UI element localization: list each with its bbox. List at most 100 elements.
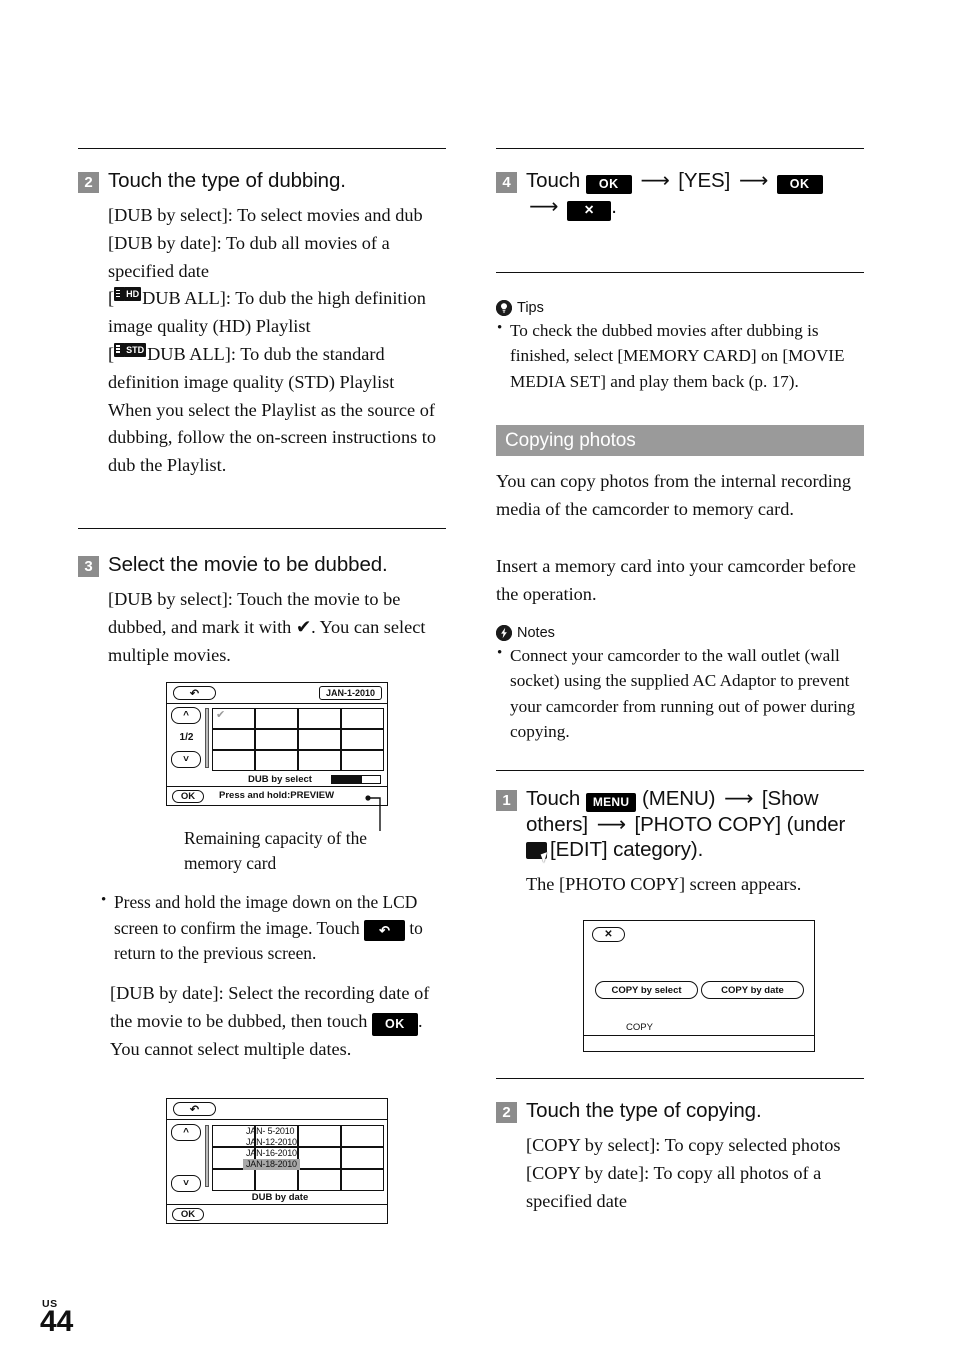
thumbnail-cell[interactable] (341, 708, 384, 729)
dub-all-std-text: DUB ALL]: To dub the standard definition… (108, 343, 395, 392)
date-list-item[interactable]: JAN- 5-2010 (246, 1126, 300, 1137)
tips-title: Tips (517, 300, 544, 316)
date-cell[interactable] (341, 1125, 384, 1147)
preview-hint-label: Press and hold:PREVIEW (219, 790, 335, 801)
memory-capacity-fill (332, 776, 362, 783)
memory-capacity-bar (331, 775, 381, 784)
lightning-icon (496, 625, 512, 641)
page-indicator: 1/2 (179, 732, 194, 743)
touch-label: Touch (526, 787, 581, 810)
lcd-screen-dub-by-date: ↶ ^ ˅ JAN- 5-2010 JAN-12-2010 JAN-16-201… (166, 1098, 388, 1224)
ok-key-icon-2: OK (776, 175, 823, 195)
preview-bullet: Press and hold the image down on the LCD… (100, 889, 450, 967)
dub-by-date-line: [DUB by date]: To dub all movies of a sp… (108, 232, 390, 281)
thumbnail-cell[interactable] (255, 708, 298, 729)
step-2-copy-header: 2 Touch the type of copying. (496, 1098, 874, 1123)
date-cell[interactable] (298, 1147, 341, 1169)
copy-by-date-line: [COPY by date]: To copy all photos of a … (526, 1162, 822, 1211)
date-cell[interactable] (341, 1147, 384, 1169)
date-cell[interactable] (255, 1169, 298, 1191)
notes-header: Notes (496, 625, 874, 641)
thumbnail-row (212, 729, 384, 750)
ok-button[interactable]: OK (172, 1207, 204, 1221)
thumbnail-cell[interactable] (212, 729, 255, 750)
page-folio: US 44 (40, 1298, 73, 1337)
copy-by-date-button[interactable]: COPY by date (701, 981, 804, 999)
step-1-instruction: Touch MENU (MENU) ⟶ [Show others] ⟶ [PHO… (526, 786, 874, 862)
ok-key-icon: OK (371, 1012, 418, 1036)
scrollbar[interactable] (205, 1125, 209, 1187)
thumbnail-cell[interactable] (255, 750, 298, 771)
dub-all-hd-text: DUB ALL]: To dub the high definition ima… (108, 288, 426, 337)
step-1-result: The [PHOTO COPY] screen appears. (526, 874, 802, 895)
lcd-select-topbar: ↶ JAN-1-2010 (167, 683, 387, 704)
date-cell[interactable] (341, 1169, 384, 1191)
lcd-date-topbar: ↶ (167, 1099, 387, 1120)
tips-header: Tips (496, 300, 874, 316)
touch-label: Touch (526, 169, 581, 192)
thumbnail-grid: ✔ (212, 708, 384, 771)
lightbulb-icon (496, 300, 512, 316)
date-badge: JAN-1-2010 (319, 686, 382, 700)
notes-list: Connect your camcorder to the wall outle… (496, 642, 874, 744)
lcd-date-nav: ^ ˅ (171, 1124, 202, 1192)
scrollbar[interactable] (205, 708, 209, 768)
thumbnail-cell[interactable] (341, 750, 384, 771)
edit-category-label: [EDIT] category). (550, 838, 704, 862)
arrow-icon: ⟶ (724, 786, 754, 810)
chevron-down-icon[interactable]: ˅ (171, 751, 201, 768)
step-1-header: 1 Touch MENU (MENU) ⟶ [Show others] ⟶ [P… (496, 786, 874, 862)
arrow-icon: ⟶ (529, 194, 559, 219)
thumbnail-cell[interactable] (341, 729, 384, 750)
step-3-number: 3 (78, 556, 99, 577)
back-arrow-icon[interactable]: ↶ (173, 1102, 216, 1116)
manual-page: 2 Touch the type of dubbing. [DUB by sel… (0, 0, 954, 1357)
section-header-copying-photos: Copying photos (496, 425, 864, 456)
capacity-caption: Remaining capacity of the memory card (184, 828, 368, 874)
notes-callout: Notes Connect your camcorder to the wall… (496, 625, 874, 744)
lcd-select-nav: ^ 1/2 ˅ (171, 707, 202, 768)
date-list-item[interactable]: JAN-12-2010 (246, 1137, 300, 1148)
left-column-top-rule (78, 148, 446, 149)
date-row (212, 1169, 384, 1191)
playlist-std-icon: STD (114, 342, 147, 357)
thumbnail-cell-selected[interactable]: ✔ (212, 708, 255, 729)
date-list-overlay: JAN- 5-2010 JAN-12-2010 JAN-16-2010 JAN-… (243, 1126, 300, 1170)
close-button[interactable]: ✕ (592, 927, 625, 942)
dub-all-hd-line: [HD DUB ALL]: To dub the high definition … (108, 285, 456, 341)
step-2-dubbing: 2 Touch the type of dubbing. [DUB by sel… (78, 168, 456, 480)
back-arrow-icon[interactable]: ↶ (173, 686, 216, 700)
preview-bullet-item: Press and hold the image down on the LCD… (100, 889, 450, 967)
thumbnail-row (212, 750, 384, 771)
step-4-header: 4 Touch OK ⟶ [YES] ⟶ OK ⟶ ✕. (496, 168, 874, 221)
edit-category-icon (526, 842, 547, 860)
lcd-screen-photo-copy: ✕ COPY by select COPY by date COPY (583, 920, 815, 1052)
thumbnail-cell[interactable] (212, 750, 255, 771)
step-2-copy-number: 2 (496, 1102, 517, 1123)
date-cell[interactable] (298, 1169, 341, 1191)
ok-button[interactable]: OK (172, 789, 204, 803)
chevron-down-icon[interactable]: ˅ (171, 1175, 201, 1192)
date-cell[interactable] (298, 1125, 341, 1147)
thumbnail-cell[interactable] (298, 750, 341, 771)
thumbnail-cell[interactable] (255, 729, 298, 750)
date-cell[interactable] (212, 1169, 255, 1191)
arrow-icon: ⟶ (596, 812, 626, 837)
step-3-select-movie: 3 Select the movie to be dubbed. [DUB by… (78, 552, 456, 669)
step-4-instruction: Touch OK ⟶ [YES] ⟶ OK ⟶ ✕. (526, 168, 874, 221)
date-list-item-selected[interactable]: JAN-18-2010 (243, 1159, 300, 1170)
step-2-heading: Touch the type of dubbing. (108, 169, 346, 192)
date-list-item[interactable]: JAN-16-2010 (246, 1148, 300, 1159)
copy-by-select-button[interactable]: COPY by select (595, 981, 698, 999)
notes-item: Connect your camcorder to the wall outle… (496, 642, 874, 744)
thumbnail-cell[interactable] (298, 729, 341, 750)
chevron-up-icon[interactable]: ^ (171, 1124, 201, 1141)
chevron-up-icon[interactable]: ^ (171, 707, 201, 724)
thumbnail-cell[interactable] (298, 708, 341, 729)
page-number: 44 (40, 1305, 74, 1338)
menu-paren-label: (MENU) (641, 787, 716, 810)
step-3-intro: [DUB by select]: Touch the movie to be d… (108, 589, 426, 665)
arrow-icon: ⟶ (640, 168, 670, 192)
photo-copy-label: [PHOTO COPY] (634, 813, 782, 837)
back-arrow-key-icon: ↶ (364, 919, 405, 941)
